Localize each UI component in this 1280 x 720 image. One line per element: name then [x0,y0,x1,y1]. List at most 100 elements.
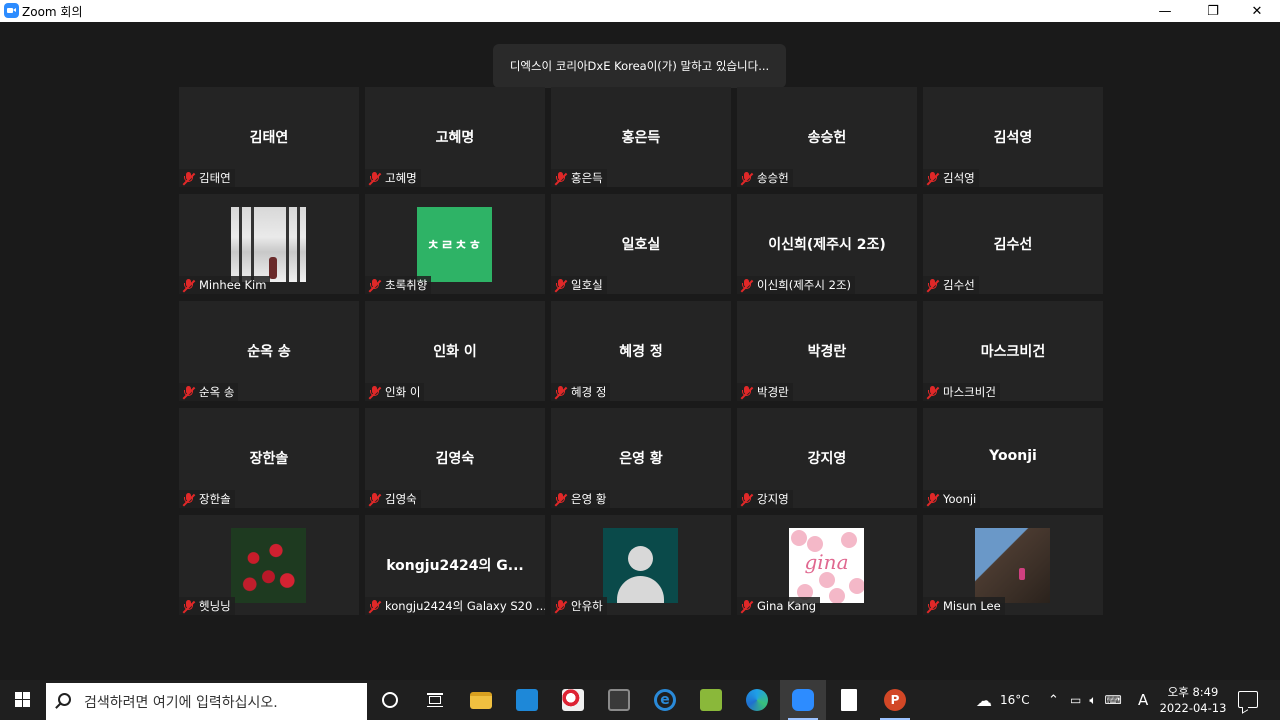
muted-mic-icon [740,278,754,292]
participant-name: 은영 황 [571,492,607,506]
participant-name: 헷닝닝 [199,599,231,613]
minimize-button[interactable]: — [1142,0,1188,22]
participant-tile[interactable]: 순옥 송 순옥 송 [179,301,359,401]
muted-mic-icon [368,492,382,506]
participant-tile[interactable]: Yoonji Yoonji [923,408,1103,508]
participant-name: 이신희(제주시 2조) [757,278,852,292]
participant-name: Misun Lee [943,599,1001,613]
participant-display-name: 박경란 [807,344,847,360]
participant-tile[interactable]: 김태연 김태연 [179,87,359,187]
gallery-grid: 김태연 김태연 고혜명 고혜명 홍은득 홍은득 송승헌 송승헌 김석영 김석영 Minhee Kim… [179,87,1103,617]
participant-tile[interactable]: 혜경 정 혜경 정 [551,301,731,401]
tray-chevron[interactable]: ⌃ [1048,680,1059,720]
app-notes-button[interactable] [688,680,734,720]
participant-tile[interactable]: gina Gina Kang [737,515,917,615]
weather-widget[interactable]: ☁ 16°C [976,680,1030,720]
participant-tile[interactable]: 장한솔 장한솔 [179,408,359,508]
powerpoint-icon: P [884,689,906,711]
taskbar-clock[interactable]: 오후 8:49 2022-04-13 [1155,684,1231,716]
participant-tile[interactable]: kongju2424의 G... kongju2424의 Galaxy S20 .… [365,515,545,615]
app-paint-button[interactable] [550,680,596,720]
windows-icon [15,692,31,708]
document-icon [841,689,857,711]
document-button[interactable] [826,680,872,720]
participant-display-name: 일호실 [621,237,661,253]
window-title: Zoom 회의 [22,5,83,19]
participant-name-label: Minhee Kim [179,276,271,294]
participant-tile[interactable]: 송승헌 송승헌 [737,87,917,187]
muted-mic-icon [368,171,382,185]
participant-display-name: 김수선 [993,237,1033,253]
app-blue-button[interactable] [504,680,550,720]
participant-name: 송승헌 [757,171,789,185]
muted-mic-icon [554,385,568,399]
participant-tile[interactable]: 박경란 박경란 [737,301,917,401]
participant-name: Minhee Kim [199,278,267,292]
notification-icon[interactable] [1238,691,1258,708]
participant-tile[interactable]: 김수선 김수선 [923,194,1103,294]
restore-button[interactable]: ❐ [1190,0,1236,22]
participant-tile[interactable]: ㅊㄹㅊㅎ 초록취향 [365,194,545,294]
profile-logo: gina [789,528,864,603]
participant-name: 김석영 [943,171,975,185]
start-button[interactable] [0,680,46,720]
participant-display-name: 김태연 [249,130,289,146]
calculator-button[interactable] [596,680,642,720]
participant-tile[interactable]: 헷닝닝 [179,515,359,615]
participant-tile[interactable]: 김영숙 김영숙 [365,408,545,508]
participant-name-label: 일호실 [551,276,607,294]
participant-name-label: 이신희(제주시 2조) [737,276,856,294]
participant-tile[interactable]: Minhee Kim [179,194,359,294]
participant-name-label: Yoonji [923,490,981,508]
participant-name-label: 헷닝닝 [179,597,235,615]
participant-name: 순옥 송 [199,385,235,399]
participant-display-name: 이신희(제주시 2조) [768,237,886,253]
participant-display-name: 김영숙 [435,451,475,467]
profile-photo [975,528,1050,603]
participant-name: 김영숙 [385,492,417,506]
participant-name-label: 안유하 [551,597,607,615]
participant-tile[interactable]: 마스크비건 마스크비건 [923,301,1103,401]
blue-app-icon [516,689,538,711]
profile-logo: ㅊㄹㅊㅎ [417,207,492,282]
participant-tile[interactable]: Misun Lee [923,515,1103,615]
participant-name-label: kongju2424의 Galaxy S20 ... [365,597,545,615]
participant-tile[interactable]: 인화 이 인화 이 [365,301,545,401]
participant-tile[interactable]: 김석영 김석영 [923,87,1103,187]
participant-tile[interactable]: 홍은득 홍은득 [551,87,731,187]
title-bar: Zoom 회의 — ❐ ✕ [0,0,1280,22]
participant-tile[interactable]: 일호실 일호실 [551,194,731,294]
participant-name: 일호실 [571,278,603,292]
ime-indicator[interactable]: A [1138,680,1148,720]
muted-mic-icon [740,492,754,506]
weather-temp: 16°C [1000,693,1030,707]
tray-icons[interactable]: ▭ 🔈︎ ⌨ [1070,680,1130,720]
participant-name-label: 김석영 [923,169,979,187]
taskbar-search-box[interactable]: 검색하려면 여기에 입력하십시오. [46,683,367,720]
participant-tile[interactable]: 안유하 [551,515,731,615]
participant-tile[interactable]: 고혜명 고혜명 [365,87,545,187]
cortana-button[interactable] [367,680,413,720]
zoom-taskbar-button[interactable] [780,680,826,720]
participant-tile[interactable]: 은영 황 은영 황 [551,408,731,508]
edge-button[interactable] [734,680,780,720]
participant-display-name: 장한솔 [249,451,289,467]
participant-display-name: Yoonji [989,448,1037,464]
internet-explorer-button[interactable]: e [642,680,688,720]
participant-name-label: 강지영 [737,490,793,508]
close-button[interactable]: ✕ [1234,0,1280,22]
participant-display-name: 김석영 [993,130,1033,146]
participant-tile[interactable]: 강지영 강지영 [737,408,917,508]
muted-mic-icon [368,278,382,292]
muted-mic-icon [554,171,568,185]
participant-name-label: 고혜명 [365,169,421,187]
file-explorer-button[interactable] [458,680,504,720]
powerpoint-button[interactable]: P [872,680,918,720]
participant-name: Gina Kang [757,599,817,613]
participant-name-label: 혜경 정 [551,383,611,401]
task-view-button[interactable] [412,680,458,720]
participant-tile[interactable]: 이신희(제주시 2조) 이신희(제주시 2조) [737,194,917,294]
participant-name: 마스크비건 [943,385,996,399]
participant-display-name: 순옥 송 [247,344,291,360]
muted-mic-icon [926,599,940,613]
